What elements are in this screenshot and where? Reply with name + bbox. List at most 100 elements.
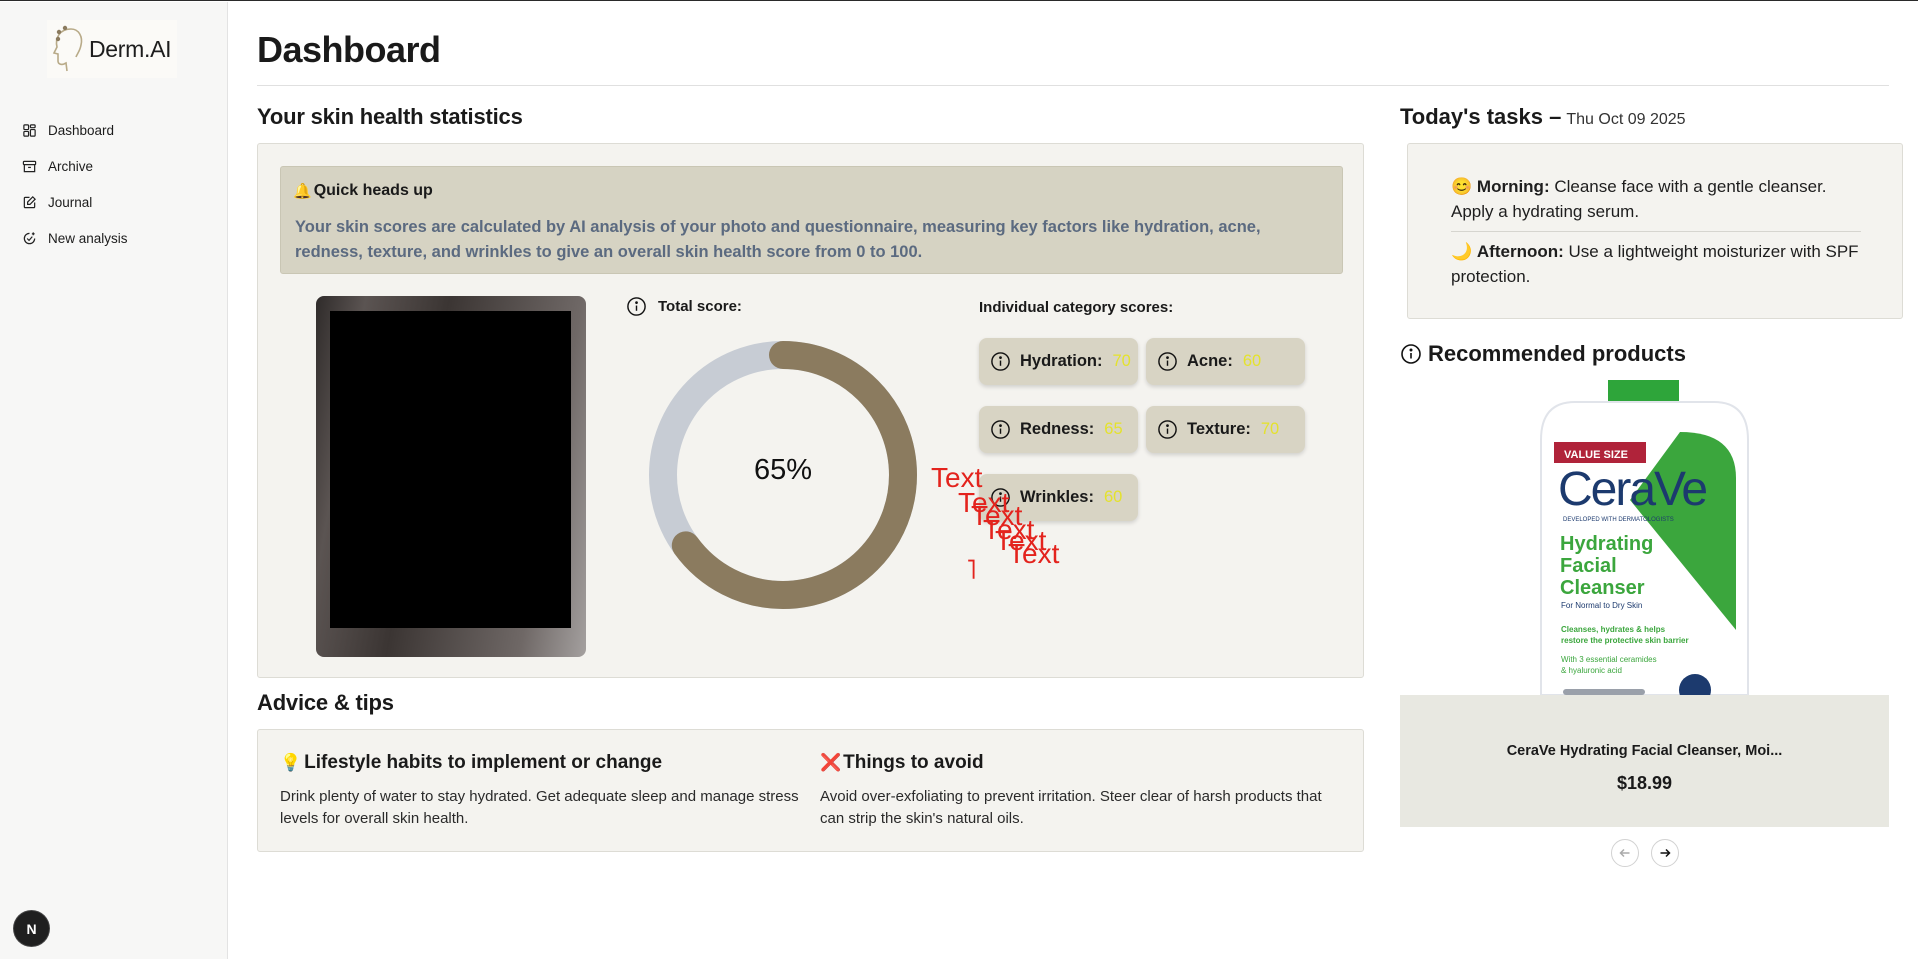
info-icon[interactable] xyxy=(1400,343,1422,365)
task-afternoon: 🌙 Afternoon: Use a lightweight moisturiz… xyxy=(1451,239,1861,289)
score-chip-acne: Acne: 60 xyxy=(1146,338,1305,385)
overlay-mark: ˥ xyxy=(966,554,977,585)
task-afternoon-label: Afternoon: xyxy=(1476,242,1564,261)
heads-up-title: 🔔 Quick heads up xyxy=(293,182,433,200)
lifestyle-title: 💡 Lifestyle habits to implement or chang… xyxy=(280,752,805,774)
product-image: VALUE SIZE CeraVe DEVELOPED WITH DERMATO… xyxy=(1400,380,1889,695)
product-title-line: Cleanser xyxy=(1560,577,1645,599)
task-morning-label: Morning: xyxy=(1476,177,1550,196)
info-icon[interactable] xyxy=(1157,351,1178,372)
score-value: 65 xyxy=(1104,420,1123,438)
lifestyle-text: Drink plenty of water to stay hydrated. … xyxy=(280,788,799,827)
product-title-line: Hydrating xyxy=(1560,533,1653,555)
tasks-heading: Today's tasks – Thu Oct 09 2025 xyxy=(1400,104,1686,130)
photo-redaction xyxy=(330,311,571,628)
total-score-value: 65% xyxy=(753,454,813,486)
overlay-text: Text xyxy=(1008,538,1060,569)
sidebar: Derm.AI Dashboard Archive Journal New an… xyxy=(0,2,228,959)
product-title-line: Facial xyxy=(1560,555,1617,577)
stats-heading: Your skin health statistics xyxy=(257,104,523,129)
heads-up-text: Your skin scores are calculated by AI an… xyxy=(295,218,1261,261)
avoid-title: ❌ Things to avoid xyxy=(820,752,1345,774)
score-chip-texture: Texture: 70 xyxy=(1146,406,1305,453)
badge-text: VALUE SIZE xyxy=(1564,449,1628,461)
product-card[interactable]: VALUE SIZE CeraVe DEVELOPED WITH DERMATO… xyxy=(1400,380,1889,827)
score-label: Wrinkles: xyxy=(1020,488,1094,506)
score-label: Redness: xyxy=(1020,420,1095,438)
arrow-left-icon xyxy=(1619,848,1630,858)
score-chip-wrinkles: Wrinkles: 60 xyxy=(979,474,1138,521)
tasks-card: 😊 Morning: Cleanse face with a gentle cl… xyxy=(1407,143,1903,319)
task-morning: 😊 Morning: Cleanse face with a gentle cl… xyxy=(1451,174,1861,224)
product-subtitle: For Normal to Dry Skin xyxy=(1561,601,1642,610)
score-chip-redness: Redness: 65 xyxy=(979,406,1138,453)
carousel-next-button[interactable] xyxy=(1651,839,1679,867)
sidebar-item-label: Journal xyxy=(48,194,93,210)
product-name: CeraVe Hydrating Facial Cleanser, Moi... xyxy=(1506,743,1783,759)
arrow-right-icon xyxy=(1660,848,1671,858)
carousel-prev-button[interactable] xyxy=(1611,839,1639,867)
product-price: $18.99 xyxy=(1616,773,1673,793)
overlay-text: Text xyxy=(995,525,1047,556)
info-icon[interactable] xyxy=(990,351,1011,372)
score-label: Acne: xyxy=(1187,352,1233,370)
app-name: Derm.AI xyxy=(89,35,172,62)
product-claim-line: restore the protective skin barrier xyxy=(1561,636,1689,645)
avoid-section: ❌ Things to avoid Avoid over-exfoliating… xyxy=(820,752,1345,830)
task-divider xyxy=(1451,231,1861,232)
score-value: 70 xyxy=(1112,352,1131,370)
cross-mark-icon: ❌ xyxy=(820,753,842,772)
overlay-text: Text xyxy=(931,462,983,493)
sidebar-item-dashboard[interactable]: Dashboard xyxy=(0,112,228,148)
logo-head-icon xyxy=(52,25,83,72)
sidebar-item-journal[interactable]: Journal xyxy=(0,184,228,220)
score-value: 60 xyxy=(1103,488,1123,506)
product-claim-line: Cleanses, hydrates & helps xyxy=(1561,625,1666,634)
advice-heading: Advice & tips xyxy=(257,690,394,715)
heads-up-banner: 🔔 Quick heads up Your skin scores are ca… xyxy=(280,166,1343,274)
dashboard-icon xyxy=(23,123,36,137)
title-divider xyxy=(257,85,1889,86)
sidebar-item-label: Archive xyxy=(48,158,94,174)
moon-icon: 🌙 xyxy=(1451,242,1473,261)
app-logo[interactable]: Derm.AI xyxy=(47,20,177,78)
heads-up-title-text: Quick heads up xyxy=(313,182,433,199)
avoid-title-text: Things to avoid xyxy=(843,752,984,773)
recommended-heading: Recommended products xyxy=(1400,341,1686,367)
lightbulb-icon: 💡 xyxy=(280,753,302,772)
category-scores-label: Individual category scores: xyxy=(979,299,1174,316)
tasks-heading-text: Today's tasks – xyxy=(1400,104,1562,129)
info-icon[interactable] xyxy=(626,296,647,317)
info-icon[interactable] xyxy=(990,419,1011,440)
lifestyle-section: 💡 Lifestyle habits to implement or chang… xyxy=(280,752,805,830)
info-icon[interactable] xyxy=(1157,419,1178,440)
score-chip-hydration: Hydration: 70 xyxy=(979,338,1138,385)
sidebar-nav: Dashboard Archive Journal New analysis xyxy=(0,112,228,256)
advice-card: 💡 Lifestyle habits to implement or chang… xyxy=(257,729,1364,852)
tagline-text: DEVELOPED WITH DERMATOLOGISTS xyxy=(1563,517,1674,523)
sidebar-item-label: Dashboard xyxy=(48,122,115,138)
skin-photo xyxy=(316,296,586,657)
user-avatar[interactable]: N xyxy=(14,911,49,946)
new-analysis-icon xyxy=(23,231,36,244)
smile-icon: 😊 xyxy=(1451,177,1473,196)
total-score-label: Total score: xyxy=(626,296,742,317)
avoid-text: Avoid over-exfoliating to prevent irrita… xyxy=(820,788,1322,827)
sidebar-item-new-analysis[interactable]: New analysis xyxy=(0,220,228,256)
lifestyle-title-text: Lifestyle habits to implement or change xyxy=(304,752,663,773)
score-value: 60 xyxy=(1242,352,1262,370)
stats-card: 🔔 Quick heads up Your skin scores are ca… xyxy=(257,143,1364,678)
sidebar-item-archive[interactable]: Archive xyxy=(0,148,228,184)
page-title: Dashboard xyxy=(257,29,441,70)
cleanser-bottle-image: VALUE SIZE CeraVe DEVELOPED WITH DERMATO… xyxy=(1540,380,1749,695)
score-label: Texture: xyxy=(1187,420,1251,438)
score-label: Hydration: xyxy=(1020,352,1103,370)
bell-icon: 🔔 xyxy=(293,183,312,200)
product-ingredient-line: & hyaluronic acid xyxy=(1561,666,1622,675)
archive-icon xyxy=(22,160,37,172)
score-value: 70 xyxy=(1260,420,1280,438)
info-icon[interactable] xyxy=(990,487,1011,508)
product-ingredient-line: With 3 essential ceramides xyxy=(1561,655,1657,664)
recommended-heading-text: Recommended products xyxy=(1428,341,1686,366)
product-info: CeraVe Hydrating Facial Cleanser, Moi...… xyxy=(1400,695,1889,827)
